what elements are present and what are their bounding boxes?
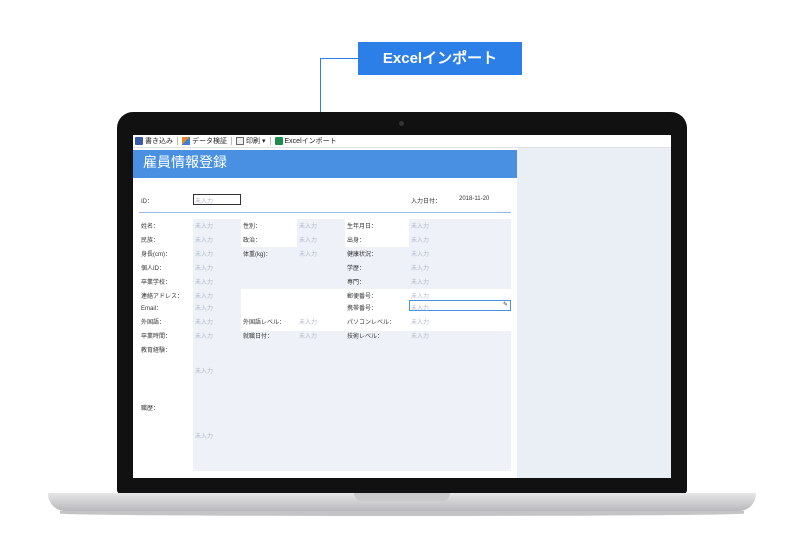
email-label: Email： xyxy=(141,306,163,312)
verify-button[interactable]: データ検証 xyxy=(182,136,227,146)
grad-date-input[interactable]: 未入力 xyxy=(195,331,213,340)
language-label: 外国語： xyxy=(141,320,166,326)
write-button[interactable]: 書き込み xyxy=(135,136,173,146)
excel-import-button[interactable]: Excelインポート xyxy=(274,136,337,146)
date-value: 2018-11-20 xyxy=(459,196,490,202)
write-label: 書き込み xyxy=(145,138,173,145)
birth-input[interactable]: 未入力 xyxy=(411,221,429,230)
id-label: ID： xyxy=(141,199,154,205)
excel-import-label: Excelインポート xyxy=(284,138,337,145)
toolbar-separator xyxy=(177,137,178,145)
work-history-input[interactable]: 未入力 xyxy=(195,431,213,440)
toolbar: 書き込み データ検証 印刷 ▾ Excelインポート xyxy=(133,135,671,148)
history-area xyxy=(193,331,511,471)
verify-icon xyxy=(182,137,190,145)
health-input[interactable]: 未入力 xyxy=(411,249,429,258)
job-date-label: 就職日付： xyxy=(243,334,274,340)
side-panel xyxy=(517,148,671,478)
education-label: 学歴： xyxy=(347,266,366,272)
laptop-bezel: 書き込み データ検証 印刷 ▾ Excelインポート 雇員情報登録 ID： 未入… xyxy=(117,112,687,494)
verify-label: データ検証 xyxy=(192,138,227,145)
grad-date-label: 卒業時間： xyxy=(141,334,172,340)
work-history-label: 職歴： xyxy=(141,406,160,412)
save-icon xyxy=(135,137,143,145)
excel-icon xyxy=(274,137,283,145)
height-input[interactable]: 未入力 xyxy=(195,249,213,258)
edu-history-input[interactable]: 未入力 xyxy=(195,366,213,375)
pencil-icon: ✎ xyxy=(503,301,509,308)
birth-label: 生年月日： xyxy=(347,224,378,230)
phone-placeholder: 未入力 xyxy=(411,306,430,312)
origin-label: 出身： xyxy=(347,238,366,244)
chevron-down-icon: ▾ xyxy=(262,138,266,145)
politics-label: 政治： xyxy=(243,238,262,244)
laptop-shadow xyxy=(60,511,744,516)
health-label: 健康状況： xyxy=(347,252,378,258)
print-label: 印刷 xyxy=(246,138,260,145)
language-level-input[interactable]: 未入力 xyxy=(299,317,317,326)
toolbar-separator xyxy=(269,137,271,145)
origin-input[interactable]: 未入力 xyxy=(411,235,429,244)
personal-id-input[interactable]: 未入力 xyxy=(195,263,213,272)
major-label: 専門： xyxy=(347,280,366,286)
phone-label: 携帯番号： xyxy=(347,306,378,312)
gender-label: 性別： xyxy=(243,224,262,230)
name-input[interactable]: 未入力 xyxy=(195,221,213,230)
education-input[interactable]: 未入力 xyxy=(411,263,429,272)
height-label: 身長(cm)： xyxy=(141,252,171,258)
print-button[interactable]: 印刷 ▾ xyxy=(236,136,266,146)
printer-icon xyxy=(236,137,244,145)
postal-label: 郵便番号： xyxy=(347,294,378,300)
camera-dot xyxy=(399,121,404,126)
gender-input[interactable]: 未入力 xyxy=(299,221,317,230)
address-label: 連絡アドレス： xyxy=(141,294,184,300)
excel-import-callout: Excelインポート xyxy=(358,42,522,75)
page-title: 雇員情報登録 xyxy=(133,150,517,178)
skill-level-label: 技術レベル： xyxy=(347,334,384,340)
email-input[interactable]: 未入力 xyxy=(195,303,213,312)
politics-input[interactable]: 未入力 xyxy=(299,235,317,244)
address-input[interactable]: 未入力 xyxy=(195,291,213,300)
major-input[interactable]: 未入力 xyxy=(411,277,429,286)
name-label: 姓名： xyxy=(141,224,160,230)
ethnicity-label: 民族： xyxy=(141,238,160,244)
postal-input[interactable]: 未入力 xyxy=(411,291,429,300)
toolbar-separator xyxy=(231,137,232,145)
language-input[interactable]: 未入力 xyxy=(195,317,213,326)
edu-history-label: 教育経験： xyxy=(141,348,172,354)
language-level-label: 外国語レベル： xyxy=(243,320,286,326)
job-date-input[interactable]: 未入力 xyxy=(299,331,317,340)
employee-form: 雇員情報登録 ID： 未入力 入力日付： 2018-11-20 姓名： 未入力 … xyxy=(133,150,517,478)
skill-level-input[interactable]: 未入力 xyxy=(411,331,429,340)
pc-level-input[interactable]: 未入力 xyxy=(411,317,429,326)
school-input[interactable]: 未入力 xyxy=(195,277,213,286)
callout-connector xyxy=(320,58,358,59)
weight-label: 体重(kg)： xyxy=(243,252,272,258)
school-label: 卒業学校： xyxy=(141,280,172,286)
laptop-notch xyxy=(354,493,450,501)
weight-input[interactable]: 未入力 xyxy=(299,249,317,258)
ethnicity-input[interactable]: 未入力 xyxy=(195,235,213,244)
id-placeholder: 未入力 xyxy=(195,199,214,205)
divider xyxy=(139,212,511,213)
date-label: 入力日付： xyxy=(411,199,442,205)
personal-id-label: 個人ID： xyxy=(141,266,166,272)
laptop-screen: 書き込み データ検証 印刷 ▾ Excelインポート 雇員情報登録 ID： 未入… xyxy=(133,135,671,478)
pc-level-label: パソコンレベル： xyxy=(347,320,396,326)
